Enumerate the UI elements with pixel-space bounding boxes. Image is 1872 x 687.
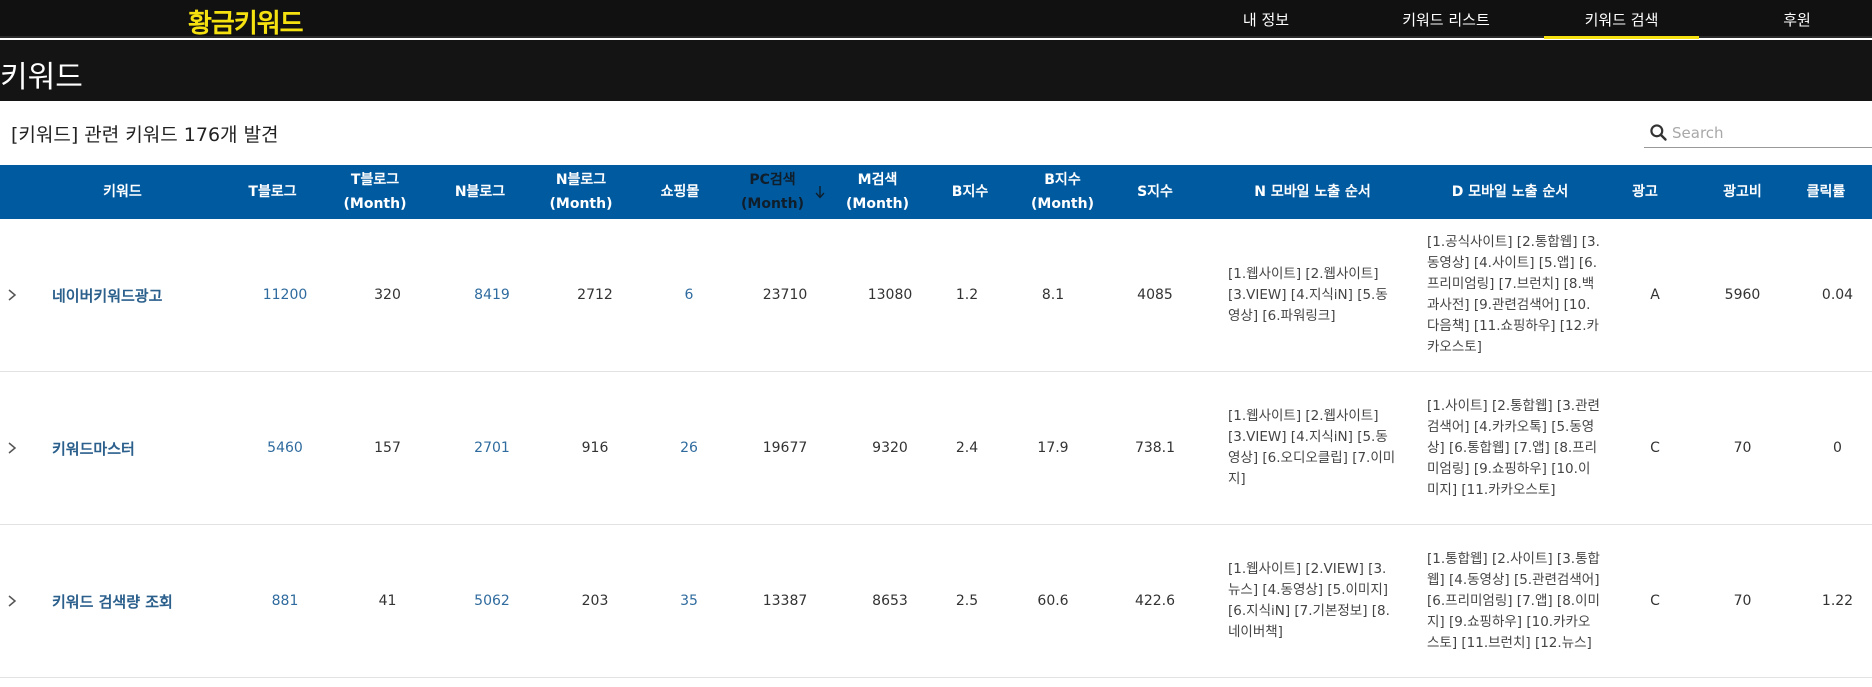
- search-box: [1644, 118, 1872, 148]
- table-row[interactable]: 네이버키워드광고 11200 320 8419 2712 6 23710 130…: [0, 219, 1872, 372]
- n-blog-month-cell: 916: [581, 440, 609, 456]
- result-summary: [키워드] 관련 키워드 176개 발견: [11, 124, 279, 146]
- col-shopping-mall[interactable]: 쇼핑몰: [640, 165, 720, 219]
- d-mobile-order-cell: [1.통합웹] [2.사이트] [3.통합웹] [4.동영상] [5.관련검색어…: [1427, 550, 1600, 651]
- t-blog-month-cell: 41: [378, 593, 397, 609]
- expand-chevron-icon[interactable]: [6, 438, 18, 458]
- col-keyword[interactable]: 키워드: [50, 165, 195, 219]
- s-index-cell: 4085: [1137, 287, 1173, 303]
- col-ctr[interactable]: 클릭률: [1790, 165, 1862, 219]
- shopping-mall-cell[interactable]: 6: [650, 219, 728, 371]
- b-index-month-cell: 60.6: [1037, 593, 1069, 609]
- keyword-cell[interactable]: 네이버키워드광고: [52, 219, 217, 371]
- s-index-cell: 422.6: [1134, 593, 1176, 609]
- n-blog-cell[interactable]: 5062: [447, 525, 537, 677]
- ad-cost-cell: 70: [1733, 440, 1752, 456]
- n-mobile-order-cell: [1.웹사이트] [2.VIEW] [3.뉴스] [4.동영상] [5.이미지]…: [1228, 561, 1390, 640]
- shopping-mall-cell[interactable]: 35: [650, 525, 728, 677]
- t-blog-cell[interactable]: 11200: [240, 219, 330, 371]
- col-pc-search-month[interactable]: PC검색 (Month): [730, 165, 815, 219]
- t-blog-month-cell: 157: [374, 440, 401, 456]
- b-index-cell: 2.5: [955, 593, 979, 609]
- b-index-month-cell: 8.1: [1041, 287, 1065, 303]
- brand-logo[interactable]: 황금키워드: [188, 3, 304, 40]
- t-blog-month-cell: 320: [374, 287, 401, 303]
- expand-chevron-icon[interactable]: [6, 285, 18, 305]
- col-t-blog-month[interactable]: T블로그 (Month): [330, 165, 420, 219]
- table-row[interactable]: 키워드마스터 5460 157 2701 916 26 19677 9320 2…: [0, 372, 1872, 525]
- ctr-cell: 0: [1833, 440, 1842, 456]
- col-n-blog[interactable]: N블로그: [435, 165, 525, 219]
- m-search-cell: 9320: [872, 440, 908, 456]
- col-ad[interactable]: 광고: [1615, 165, 1675, 219]
- col-s-index[interactable]: S지수: [1115, 165, 1195, 219]
- keyword-cell[interactable]: 키워드마스터: [52, 372, 217, 524]
- ad-cost-cell: 5960: [1724, 287, 1761, 303]
- col-n-blog-month[interactable]: N블로그 (Month): [535, 165, 627, 219]
- n-blog-cell[interactable]: 8419: [447, 219, 537, 371]
- b-index-cell: 1.2: [955, 287, 979, 303]
- top-navbar: 황금키워드 내 정보 키워드 리스트 키워드 검색 후원: [0, 0, 1872, 40]
- table-header: 키워드 T블로그 T블로그 (Month) N블로그 N블로그 (Month) …: [0, 165, 1872, 219]
- col-b-index[interactable]: B지수: [935, 165, 1005, 219]
- ad-grade-cell: A: [1650, 287, 1660, 303]
- d-mobile-order-cell: [1.사이트] [2.통합웹] [3.관련검색어] [4.카카오톡] [5.동영…: [1427, 397, 1600, 498]
- nav-sponsor[interactable]: 후원: [1722, 0, 1872, 38]
- search-input[interactable]: [1672, 119, 1862, 146]
- n-blog-cell[interactable]: 2701: [447, 372, 537, 524]
- ctr-cell: 0.04: [1821, 287, 1854, 303]
- page-title-bar: 키워드: [0, 40, 1872, 101]
- keyword-cell[interactable]: 키워드 검색량 조회: [52, 525, 217, 677]
- s-index-cell: 738.1: [1134, 440, 1176, 456]
- ad-cost-cell: 70: [1733, 593, 1752, 609]
- m-search-cell: 8653: [872, 593, 908, 609]
- n-blog-month-cell: 2712: [577, 287, 613, 303]
- col-n-mobile-order[interactable]: N 모바일 노출 순서: [1225, 165, 1400, 219]
- d-mobile-order-cell: [1.공식사이트] [2.통합웹] [3.동영상] [4.사이트] [5.앱] …: [1427, 234, 1600, 355]
- table-row[interactable]: 키워드 검색량 조회 881 41 5062 203 35 13387 8653…: [0, 525, 1872, 678]
- col-b-index-month[interactable]: B지수 (Month): [1020, 165, 1105, 219]
- col-t-blog[interactable]: T블로그: [230, 165, 315, 219]
- col-m-search-month[interactable]: M검색 (Month): [830, 165, 925, 219]
- ad-grade-cell: C: [1650, 440, 1660, 456]
- col-d-mobile-order[interactable]: D 모바일 노출 순서: [1420, 165, 1600, 219]
- n-blog-month-cell: 203: [581, 593, 609, 609]
- expand-chevron-icon[interactable]: [6, 591, 18, 611]
- pc-search-cell: 19677: [762, 440, 808, 456]
- pc-search-cell: 23710: [762, 287, 808, 303]
- shopping-mall-cell[interactable]: 26: [650, 372, 728, 524]
- search-icon: [1650, 123, 1667, 141]
- n-mobile-order-cell: [1.웹사이트] [2.웹사이트] [3.VIEW] [4.지식iN] [5.동…: [1228, 265, 1388, 324]
- nav-keyword-search[interactable]: 키워드 검색: [1544, 0, 1699, 39]
- n-mobile-order-cell: [1.웹사이트] [2.웹사이트] [3.VIEW] [4.지식iN] [5.동…: [1228, 408, 1396, 487]
- col-ad-cost[interactable]: 광고비: [1690, 165, 1795, 219]
- b-index-month-cell: 17.9: [1037, 440, 1069, 456]
- b-index-cell: 2.4: [955, 440, 979, 456]
- ad-grade-cell: C: [1650, 593, 1660, 609]
- t-blog-cell[interactable]: 5460: [240, 372, 330, 524]
- sort-arrow-down-icon[interactable]: [812, 183, 828, 201]
- m-search-cell: 13080: [867, 287, 913, 303]
- ctr-cell: 1.22: [1821, 593, 1854, 609]
- nav-keyword-list[interactable]: 키워드 리스트: [1366, 0, 1526, 38]
- t-blog-cell[interactable]: 881: [240, 525, 330, 677]
- pc-search-cell: 13387: [762, 593, 808, 609]
- page-title: 키워드: [0, 60, 83, 95]
- nav-my-info[interactable]: 내 정보: [1191, 0, 1341, 38]
